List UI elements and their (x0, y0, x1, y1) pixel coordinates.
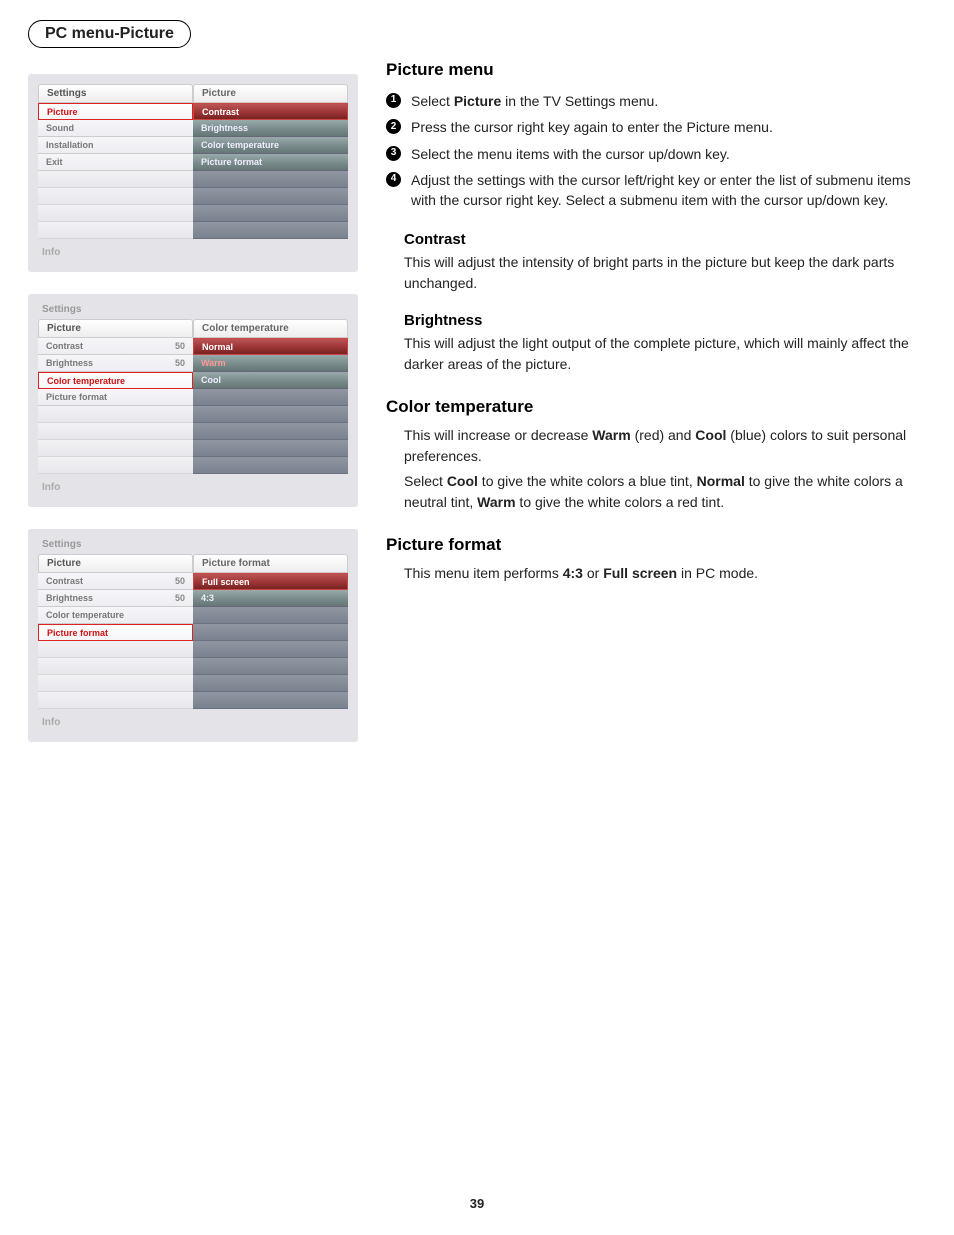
osd-right-header: Picture format (193, 554, 348, 573)
osd-submenu-item[interactable]: Cool (193, 372, 348, 389)
osd-empty-row (193, 406, 348, 423)
osd-submenu-item[interactable]: Warm (193, 355, 348, 372)
right-column: Picture menu 1Select Picture in the TV S… (386, 20, 926, 764)
text-contrast: This will adjust the intensity of bright… (404, 252, 926, 294)
osd-empty-row (38, 457, 193, 474)
osd-menu-item[interactable]: Contrast50 (38, 573, 193, 590)
osd-empty-row (193, 692, 348, 709)
step-number-icon: 4 (386, 172, 401, 187)
heading-contrast: Contrast (404, 231, 926, 248)
osd-info-label: Info (42, 717, 348, 728)
osd-empty-row (193, 641, 348, 658)
osd-right-header: Picture (193, 84, 348, 103)
text-brightness: This will adjust the light output of the… (404, 333, 926, 375)
osd-info-label: Info (42, 247, 348, 258)
osd-left-header: Picture (38, 554, 193, 573)
osd-empty-row (193, 607, 348, 624)
osd-menu-item[interactable]: Installation (38, 137, 193, 154)
osd-empty-row (38, 675, 193, 692)
osd-menu-item[interactable]: Exit (38, 154, 193, 171)
osd-empty-row (193, 457, 348, 474)
osd-empty-row (38, 171, 193, 188)
osd-menu-item[interactable]: Picture format (38, 389, 193, 406)
osd-empty-row (38, 658, 193, 675)
osd-empty-row (38, 692, 193, 709)
osd-empty-row (38, 440, 193, 457)
osd-empty-row (193, 389, 348, 406)
osd-empty-row (38, 205, 193, 222)
osd-empty-row (193, 624, 348, 641)
osd-top-label: Settings (42, 539, 348, 550)
osd-empty-row (193, 423, 348, 440)
osd-submenu-item[interactable]: Color temperature (193, 137, 348, 154)
text-color-temp-2: Select Cool to give the white colors a b… (404, 471, 926, 513)
step-item: 4Adjust the settings with the cursor lef… (386, 167, 926, 214)
osd-menu-item[interactable]: Picture format (38, 624, 193, 641)
osd-submenu-item[interactable]: Full screen (193, 573, 348, 590)
osd-empty-row (193, 171, 348, 188)
osd-empty-row (193, 675, 348, 692)
osd-info-label: Info (42, 482, 348, 493)
text-color-temp-1: This will increase or decrease Warm (red… (404, 425, 926, 467)
osd-empty-row (38, 641, 193, 658)
heading-picture-menu: Picture menu (386, 60, 926, 80)
step-number-icon: 2 (386, 119, 401, 134)
osd-menu-item[interactable]: Color temperature (38, 607, 193, 624)
osd-menu-item[interactable]: Color temperature (38, 372, 193, 389)
osd-screenshot-2: Settings PictureContrast50Brightness50Col… (28, 294, 358, 507)
text-picture-format: This menu item performs 4:3 or Full scre… (404, 563, 926, 584)
osd-submenu-item[interactable]: Brightness (193, 120, 348, 137)
osd-left-header: Settings (38, 84, 193, 103)
step-item: 1Select Picture in the TV Settings menu. (386, 88, 926, 114)
osd-empty-row (193, 440, 348, 457)
osd-empty-row (38, 188, 193, 205)
picture-menu-steps: 1Select Picture in the TV Settings menu.… (386, 88, 926, 213)
osd-menu-item[interactable]: Brightness50 (38, 355, 193, 372)
step-number-icon: 3 (386, 146, 401, 161)
step-number-icon: 1 (386, 93, 401, 108)
osd-empty-row (38, 423, 193, 440)
osd-menu-item[interactable]: Picture (38, 103, 193, 120)
osd-left-header: Picture (38, 319, 193, 338)
osd-screenshot-3: Settings PictureContrast50Brightness50Col… (28, 529, 358, 742)
osd-empty-row (193, 222, 348, 239)
heading-color-temperature: Color temperature (386, 397, 926, 417)
step-item: 3Select the menu items with the cursor u… (386, 141, 926, 167)
osd-submenu-item[interactable]: 4:3 (193, 590, 348, 607)
osd-submenu-item[interactable]: Contrast (193, 103, 348, 120)
osd-empty-row (193, 188, 348, 205)
osd-top-label: Settings (42, 304, 348, 315)
heading-brightness: Brightness (404, 312, 926, 329)
osd-menu-item[interactable]: Contrast50 (38, 338, 193, 355)
osd-screenshot-1: SettingsPictureSoundInstallationExitPict… (28, 74, 358, 272)
step-item: 2Press the cursor right key again to ent… (386, 114, 926, 140)
osd-right-header: Color temperature (193, 319, 348, 338)
osd-menu-item[interactable]: Sound (38, 120, 193, 137)
section-title-box: PC menu-Picture (28, 20, 191, 48)
left-column: PC menu-Picture SettingsPictureSoundInst… (28, 20, 358, 764)
osd-empty-row (38, 222, 193, 239)
osd-submenu-item[interactable]: Normal (193, 338, 348, 355)
osd-submenu-item[interactable]: Picture format (193, 154, 348, 171)
osd-empty-row (38, 406, 193, 423)
heading-picture-format: Picture format (386, 535, 926, 555)
page-number: 39 (0, 1196, 954, 1211)
osd-empty-row (193, 205, 348, 222)
osd-menu-item[interactable]: Brightness50 (38, 590, 193, 607)
osd-empty-row (193, 658, 348, 675)
